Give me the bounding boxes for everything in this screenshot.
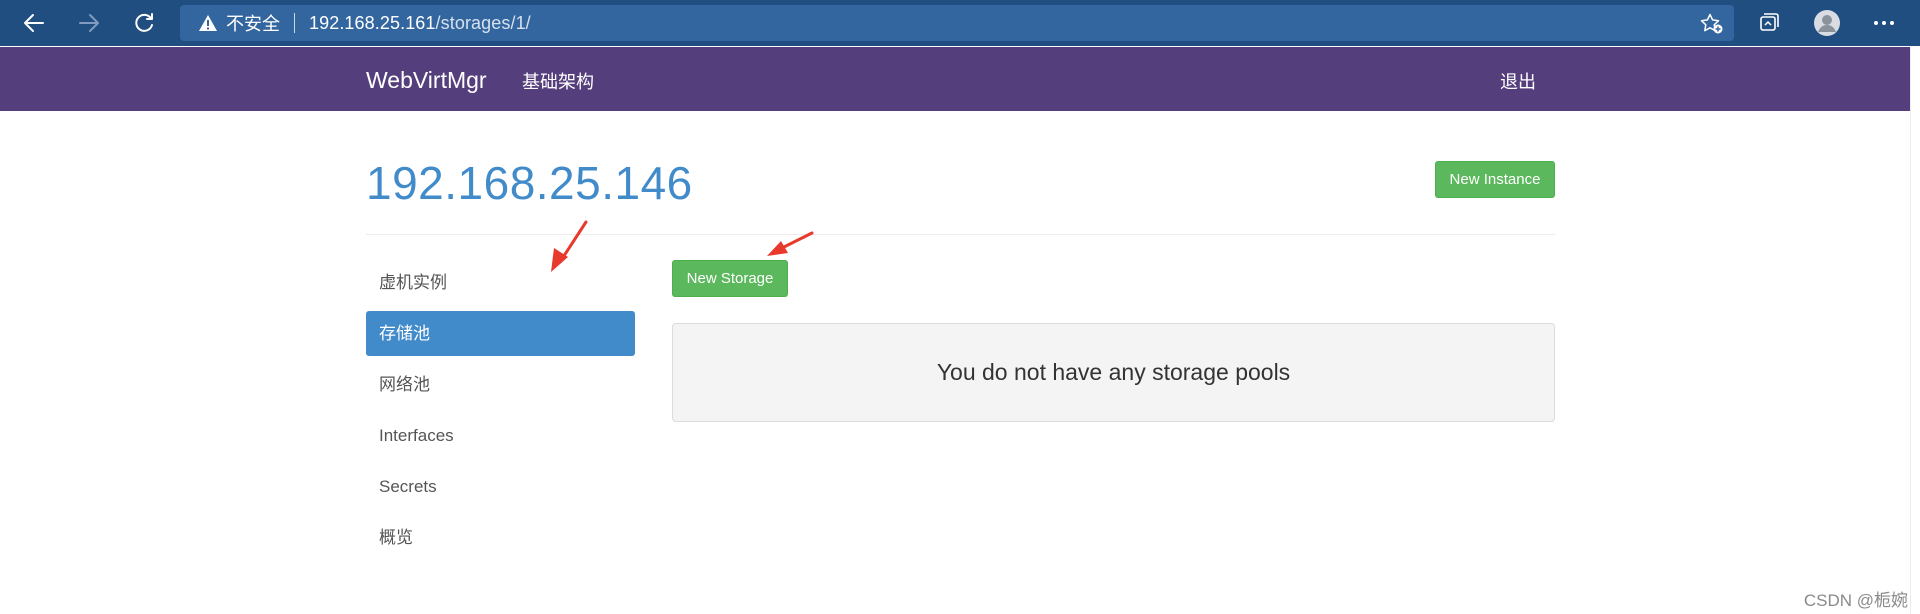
sidebar-item-secrets[interactable]: Secrets <box>366 464 635 509</box>
app-navbar: WebVirtMgr 基础架构 退出 <box>0 47 1920 111</box>
collections-icon[interactable] <box>1753 8 1785 38</box>
warning-triangle-icon <box>198 13 218 33</box>
forward-arrow-icon[interactable] <box>73 8 105 38</box>
sidebar-item-instances[interactable]: 虚机实例 <box>366 260 635 305</box>
address-bar[interactable]: 不安全 192.168.25.161/storages/1/ <box>180 5 1734 41</box>
page-scrollbar[interactable] <box>1910 47 1920 614</box>
address-divider <box>294 13 295 33</box>
title-divider <box>366 234 1555 235</box>
watermark: CSDN @栀婉 <box>1803 591 1908 610</box>
empty-state-message: You do not have any storage pools <box>936 359 1291 385</box>
new-instance-button[interactable]: New Instance <box>1435 161 1555 198</box>
sidebar-nav: 虚机实例 存储池 网络池 Interfaces Secrets 概览 <box>366 260 635 566</box>
nav-link-infrastructure[interactable]: 基础架构 <box>522 68 594 94</box>
back-arrow-icon[interactable] <box>18 8 50 38</box>
sidebar-item-networks[interactable]: 网络池 <box>366 362 635 407</box>
add-favorite-star-icon[interactable] <box>1700 13 1723 35</box>
empty-state-panel: You do not have any storage pools <box>672 323 1555 422</box>
sidebar-item-interfaces[interactable]: Interfaces <box>366 413 635 458</box>
url-text[interactable]: 192.168.25.161/storages/1/ <box>309 13 531 34</box>
profile-avatar-icon[interactable] <box>1811 8 1843 38</box>
brand-link[interactable]: WebVirtMgr <box>366 67 487 94</box>
more-menu-icon[interactable] <box>1868 8 1900 38</box>
insecure-label[interactable]: 不安全 <box>226 10 280 36</box>
sidebar-item-storage-pools[interactable]: 存储池 <box>366 311 635 356</box>
new-storage-button[interactable]: New Storage <box>672 260 788 297</box>
page-title: 192.168.25.146 <box>366 157 693 209</box>
annotation-arrow-new-storage <box>767 231 814 256</box>
refresh-icon[interactable] <box>128 8 160 38</box>
logout-link[interactable]: 退出 <box>1500 68 1536 94</box>
url-path: /storages/1/ <box>435 12 531 33</box>
sidebar-item-overview[interactable]: 概览 <box>366 515 635 560</box>
browser-toolbar: 不安全 192.168.25.161/storages/1/ <box>0 0 1920 46</box>
url-host: 192.168.25.161 <box>309 12 436 33</box>
